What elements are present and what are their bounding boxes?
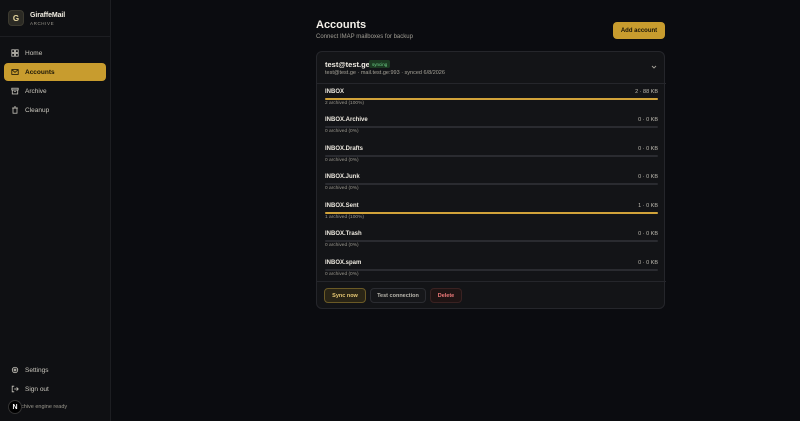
brand-subtitle: ARCHIVE [30,21,55,26]
folder-row: INBOX 2 · 88 KB 2 archived (100%) [325,89,658,109]
mail-icon [11,68,19,76]
sidebar-item-label: Settings [25,366,49,374]
sidebar-item-cleanup[interactable]: Cleanup [4,101,106,119]
progress-bar [325,126,658,128]
folder-stats: 2 · 88 KB [635,89,658,95]
sidebar: G GiraffeMail ARCHIVE Home Accounts Arch… [0,0,111,421]
account-email: test@test.ge [325,60,370,69]
folder-archived: 0 archived (0%) [325,272,359,277]
folder-row: INBOX.Drafts 0 · 0 KB 0 archived (0%) [325,146,658,166]
account-meta: test@test.ge · mail.test.ge:993 · synced… [325,70,445,76]
progress-fill [325,212,658,214]
sidebar-item-label: Home [25,49,43,57]
sidebar-item-label: Archive [25,87,47,95]
folder-archived: 0 archived (0%) [325,186,359,191]
card-divider [317,83,666,84]
sidebar-item-archive[interactable]: Archive [4,82,106,100]
main-content: Accounts Connect IMAP mailboxes for back… [111,0,800,421]
folder-name: INBOX.Junk [325,174,360,180]
page-subtitle: Connect IMAP mailboxes for backup [316,34,413,40]
delete-button[interactable]: Delete [430,288,462,303]
folder-stats: 0 · 0 KB [638,146,658,152]
folder-archived: 0 archived (0%) [325,129,359,134]
folder-name: INBOX.spam [325,260,362,266]
folder-name: INBOX.Sent [325,203,359,209]
sidebar-divider [0,36,111,37]
sidebar-item-sign-out[interactable]: Sign out [4,380,106,398]
folder-name: INBOX [325,89,345,95]
sync-now-button[interactable]: Sync now [324,288,366,303]
folder-name: INBOX.Trash [325,231,362,237]
chevron-down-icon[interactable] [651,64,657,70]
progress-bar [325,240,658,242]
folder-row: INBOX.spam 0 · 0 KB 0 archived (0%) [325,260,658,280]
sidebar-item-label: Sign out [25,385,49,393]
sidebar-item-accounts[interactable]: Accounts [4,63,106,81]
folder-stats: 0 · 0 KB [638,231,658,237]
folder-archived: 1 archived (100%) [325,215,364,220]
folder-stats: 1 · 0 KB [638,203,658,209]
engine-status: N chive engine ready [8,400,67,414]
brand-logo: G [8,10,24,26]
progress-bar [325,212,658,214]
folder-row: INBOX.Archive 0 · 0 KB 0 archived (0%) [325,117,658,137]
folder-stats: 0 · 0 KB [638,174,658,180]
test-connection-button[interactable]: Test connection [370,288,426,303]
folder-name: INBOX.Archive [325,117,368,123]
status-badge: syncing [369,60,391,68]
trash-icon [11,106,19,114]
folder-stats: 0 · 0 KB [638,117,658,123]
sidebar-item-label: Accounts [25,68,55,76]
account-card: test@test.ge syncing test@test.ge · mail… [316,51,666,309]
folder-row: INBOX.Sent 1 · 0 KB 1 archived (100%) [325,203,658,223]
folder-name: INBOX.Drafts [325,146,364,152]
progress-bar [325,98,658,100]
progress-bar [325,155,658,157]
sidebar-item-home[interactable]: Home [4,44,106,62]
page-title: Accounts [316,19,367,31]
brand-name: GiraffeMail [30,12,66,19]
add-account-button[interactable]: Add account [613,22,665,39]
card-divider [317,281,666,282]
folder-archived: 2 archived (100%) [325,101,364,106]
sign-out-icon [11,385,19,393]
folder-archived: 0 archived (0%) [325,243,359,248]
folder-archived: 0 archived (0%) [325,158,359,163]
n-badge[interactable]: N [8,400,22,414]
folder-row: INBOX.Trash 0 · 0 KB 0 archived (0%) [325,231,658,251]
progress-bar [325,269,658,271]
folder-stats: 0 · 0 KB [638,260,658,266]
home-icon [11,49,19,57]
brand: G GiraffeMail ARCHIVE [8,10,108,30]
progress-bar [325,183,658,185]
gear-icon [11,366,19,374]
sidebar-item-label: Cleanup [25,106,50,114]
archive-icon [11,87,19,95]
engine-status-text: chive engine ready [21,404,68,410]
folder-row: INBOX.Junk 0 · 0 KB 0 archived (0%) [325,174,658,194]
progress-fill [325,98,658,100]
sidebar-item-settings[interactable]: Settings [4,361,106,379]
